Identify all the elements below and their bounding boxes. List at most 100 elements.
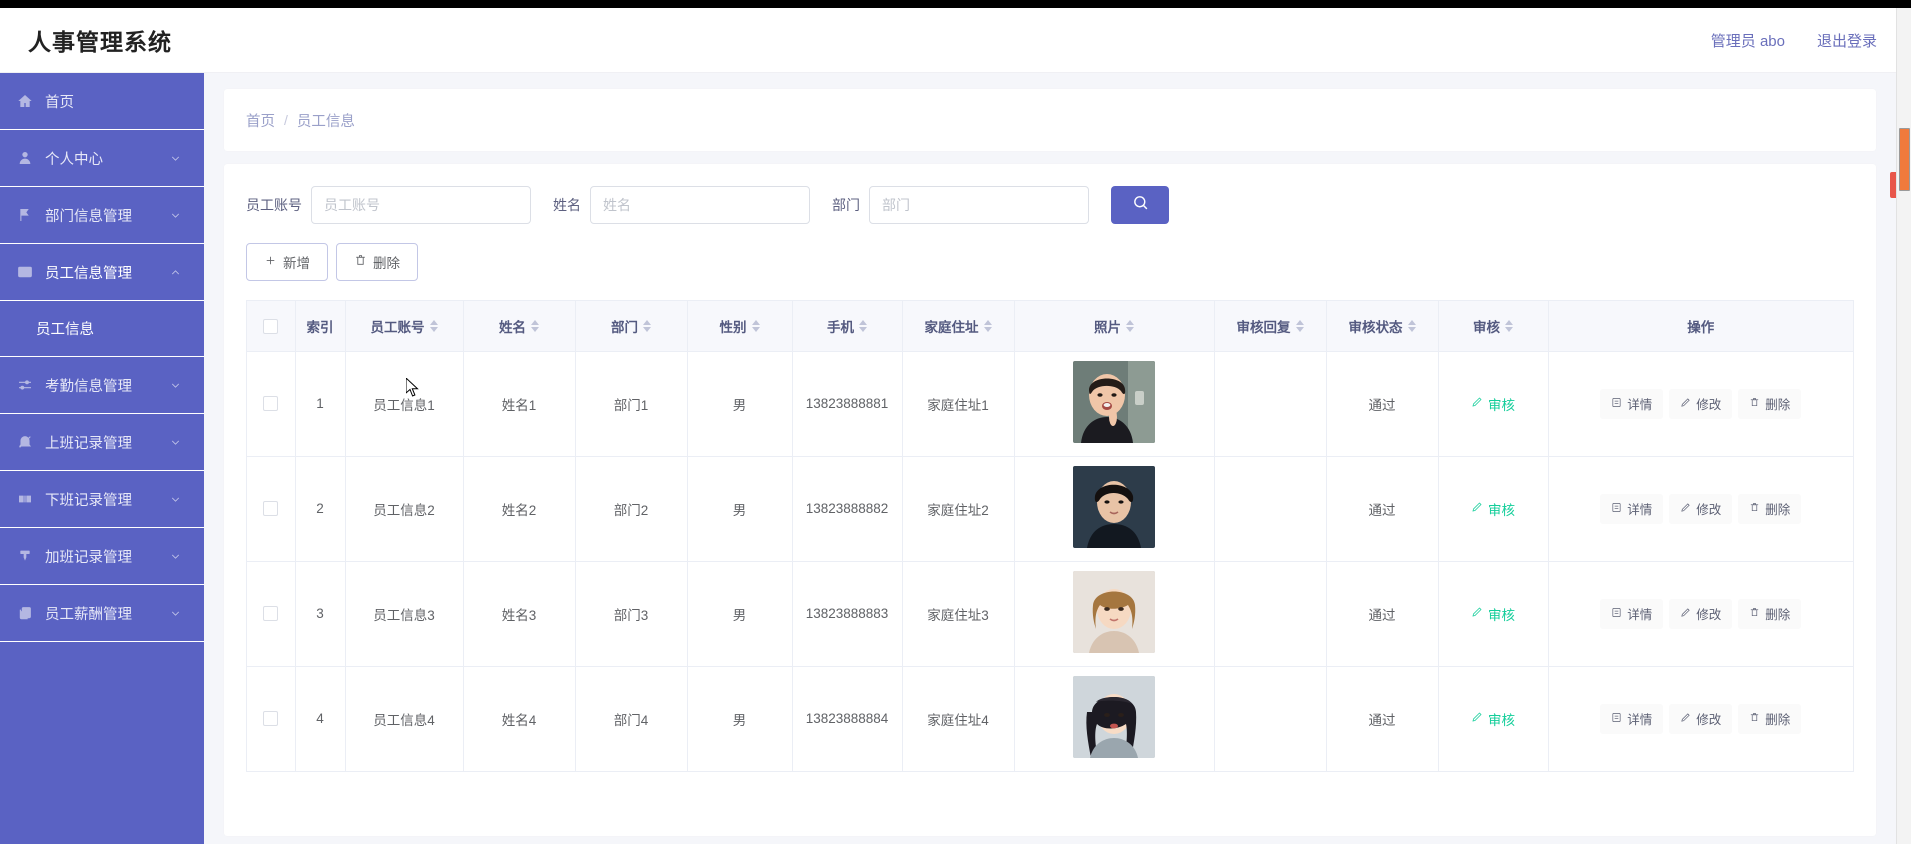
sort-icon[interactable] bbox=[1407, 319, 1416, 332]
audit-link-label: 审核 bbox=[1488, 607, 1515, 623]
sidebar-item-salary-management[interactable]: 员工薪酬管理 bbox=[0, 585, 204, 642]
detail-button[interactable]: 详情 bbox=[1600, 388, 1664, 419]
sort-icon[interactable] bbox=[751, 319, 760, 332]
cell-department: 部门4 bbox=[575, 666, 688, 772]
delete-button[interactable]: 删除 bbox=[1738, 388, 1802, 419]
app-root: 人事管理系统 管理员 abo 退出登录 首页 个人中心 部门信息管理 员工信息管… bbox=[0, 0, 1911, 844]
delete-button[interactable]: 删除 bbox=[1738, 703, 1802, 734]
detail-button-label: 详情 bbox=[1627, 503, 1653, 517]
edit-button[interactable]: 修改 bbox=[1669, 598, 1733, 629]
row-checkbox[interactable] bbox=[263, 396, 279, 412]
search-icon bbox=[1132, 194, 1149, 216]
copy-icon bbox=[14, 602, 36, 624]
th-department[interactable]: 部门 bbox=[575, 301, 688, 352]
search-button[interactable] bbox=[1111, 186, 1169, 224]
detail-button[interactable]: 详情 bbox=[1600, 598, 1664, 629]
search-input-account[interactable] bbox=[311, 186, 531, 224]
sidebar-item-employee-info[interactable]: 员工信息 bbox=[0, 301, 204, 357]
cell-account[interactable]: 员工信息3 bbox=[345, 561, 464, 667]
th-select-all bbox=[247, 301, 296, 352]
cell-audit-reply bbox=[1214, 456, 1327, 562]
sort-icon[interactable] bbox=[1126, 319, 1134, 332]
sidebar-item-clockout-management[interactable]: 下班记录管理 bbox=[0, 471, 204, 528]
batch-delete-button[interactable]: 删除 bbox=[336, 243, 418, 281]
employee-photo[interactable] bbox=[1073, 571, 1155, 653]
cell-audit-status: 通过 bbox=[1326, 351, 1439, 457]
th-phone[interactable]: 手机 bbox=[792, 301, 903, 352]
th-address[interactable]: 家庭住址 bbox=[902, 301, 1015, 352]
breadcrumb-current[interactable]: 员工信息 bbox=[297, 110, 355, 131]
page-scrollbar-thumb[interactable] bbox=[1899, 128, 1910, 191]
th-account[interactable]: 员工账号 bbox=[345, 301, 464, 352]
th-audit-reply[interactable]: 审核回复 bbox=[1214, 301, 1327, 352]
edit-icon bbox=[1680, 502, 1691, 516]
detail-button[interactable]: 详情 bbox=[1600, 493, 1664, 524]
table-row: 3 员工信息3 姓名3 部门3 男 13823888883 家庭住址3 通过 审… bbox=[247, 561, 1853, 667]
current-admin-label[interactable]: 管理员 abo bbox=[1711, 30, 1785, 51]
employee-table: 索引 员工账号 姓名 部门 性别 手机 家庭住址 照片 审核回复 审核状态 审核… bbox=[247, 301, 1853, 772]
search-input-department[interactable] bbox=[869, 186, 1089, 224]
sidebar-item-overtime-management[interactable]: 加班记录管理 bbox=[0, 528, 204, 585]
cell-audit-status: 通过 bbox=[1326, 561, 1439, 667]
th-photo[interactable]: 照片 bbox=[1014, 301, 1215, 352]
add-button[interactable]: 新增 bbox=[246, 243, 328, 281]
sidebar-item-personal-center[interactable]: 个人中心 bbox=[0, 130, 204, 187]
cell-account[interactable]: 员工信息1 bbox=[345, 351, 464, 457]
chevron-down-icon bbox=[169, 152, 182, 165]
edit-button[interactable]: 修改 bbox=[1669, 493, 1733, 524]
employee-photo[interactable] bbox=[1073, 466, 1155, 548]
search-label-name: 姓名 bbox=[553, 197, 581, 213]
sort-icon[interactable] bbox=[983, 319, 992, 332]
edit-button[interactable]: 修改 bbox=[1669, 388, 1733, 419]
breadcrumb: 首页 / 员工信息 bbox=[224, 89, 1876, 151]
sidebar-item-home[interactable]: 首页 bbox=[0, 73, 204, 130]
edit-button-label: 修改 bbox=[1696, 398, 1722, 412]
cell-index: 4 bbox=[295, 666, 346, 772]
sort-icon[interactable] bbox=[859, 319, 867, 332]
row-checkbox[interactable] bbox=[263, 501, 279, 517]
page-scrollbar[interactable] bbox=[1896, 8, 1911, 844]
audit-link[interactable]: 审核 bbox=[1471, 499, 1515, 519]
th-audit-status[interactable]: 审核状态 bbox=[1326, 301, 1439, 352]
sort-icon[interactable] bbox=[1295, 319, 1304, 332]
sidebar-item-label: 部门信息管理 bbox=[45, 208, 132, 225]
side-tab-marker[interactable] bbox=[1890, 172, 1896, 198]
cell-phone: 13823888884 bbox=[792, 666, 903, 772]
cell-audit: 审核 bbox=[1438, 666, 1549, 772]
edit-button[interactable]: 修改 bbox=[1669, 703, 1733, 734]
cell-account[interactable]: 员工信息4 bbox=[345, 666, 464, 772]
breadcrumb-home[interactable]: 首页 bbox=[246, 110, 275, 131]
logout-button[interactable]: 退出登录 bbox=[1817, 30, 1877, 51]
employee-photo[interactable] bbox=[1073, 361, 1155, 443]
employee-photo[interactable] bbox=[1073, 676, 1155, 758]
sort-icon[interactable] bbox=[531, 319, 539, 332]
th-name[interactable]: 姓名 bbox=[463, 301, 576, 352]
audit-link[interactable]: 审核 bbox=[1471, 394, 1515, 414]
chevron-down-icon bbox=[169, 607, 182, 620]
delete-button[interactable]: 删除 bbox=[1738, 598, 1802, 629]
sidebar-item-attendance-management[interactable]: 考勤信息管理 bbox=[0, 357, 204, 414]
sidebar-item-clockin-management[interactable]: 上班记录管理 bbox=[0, 414, 204, 471]
select-all-checkbox[interactable] bbox=[263, 318, 279, 334]
audit-link[interactable]: 审核 bbox=[1471, 604, 1515, 624]
th-gender[interactable]: 性别 bbox=[687, 301, 793, 352]
sidebar-item-employee-management[interactable]: 员工信息管理 bbox=[0, 244, 204, 301]
cell-phone: 13823888883 bbox=[792, 561, 903, 667]
audit-link-label: 审核 bbox=[1488, 397, 1515, 413]
id-card-icon bbox=[14, 261, 36, 283]
detail-icon bbox=[1611, 502, 1622, 516]
delete-button[interactable]: 删除 bbox=[1738, 493, 1802, 524]
sort-icon[interactable] bbox=[429, 319, 438, 332]
table-row: 1 员工信息1 姓名1 部门1 男 13823888881 家庭住址1 通过 审… bbox=[247, 351, 1853, 457]
th-audit[interactable]: 审核 bbox=[1438, 301, 1549, 352]
detail-button[interactable]: 详情 bbox=[1600, 703, 1664, 734]
row-checkbox[interactable] bbox=[263, 606, 279, 622]
sidebar-item-department-management[interactable]: 部门信息管理 bbox=[0, 187, 204, 244]
sort-icon[interactable] bbox=[1505, 319, 1513, 332]
cell-account[interactable]: 员工信息2 bbox=[345, 456, 464, 562]
audit-link[interactable]: 审核 bbox=[1471, 709, 1515, 729]
row-checkbox[interactable] bbox=[263, 711, 279, 727]
sort-icon[interactable] bbox=[643, 319, 651, 332]
search-input-name[interactable] bbox=[590, 186, 810, 224]
detail-button-label: 详情 bbox=[1627, 713, 1653, 727]
